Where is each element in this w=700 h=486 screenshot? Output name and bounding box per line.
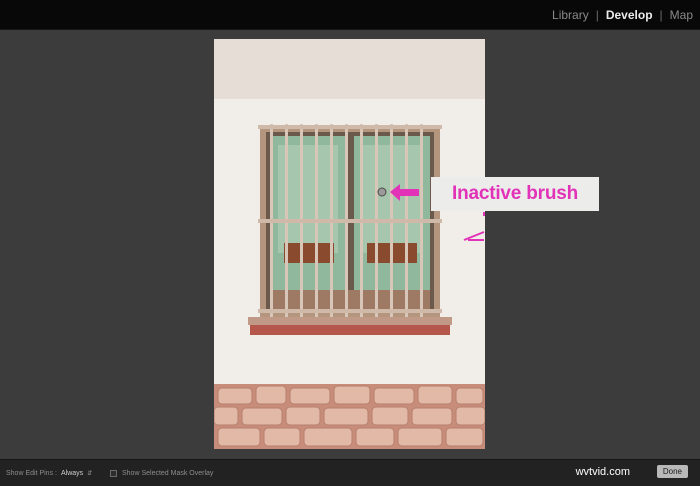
- photo-image: [214, 39, 485, 449]
- module-picker: Library | Develop | Map: [545, 0, 700, 29]
- develop-toolbar: Show Edit Pins : Always ⇵ Show Selected …: [0, 459, 700, 486]
- mask-overlay-toggle[interactable]: Show Selected Mask Overlay: [110, 460, 213, 486]
- show-edit-pins-label: Show Edit Pins :: [6, 469, 57, 477]
- module-library[interactable]: Library: [545, 8, 596, 22]
- mask-overlay-label: Show Selected Mask Overlay: [122, 469, 214, 477]
- arrow-indicator-icon: [463, 212, 485, 241]
- show-edit-pins-value: Always: [61, 469, 84, 477]
- annotation-text: Inactive brush: [451, 183, 579, 204]
- module-map[interactable]: Map: [663, 8, 700, 22]
- module-picker-bar: Library | Develop | Map: [0, 0, 700, 30]
- dropdown-arrows-icon: ⇵: [87, 470, 93, 477]
- module-develop[interactable]: Develop: [599, 8, 660, 22]
- mask-overlay-checkbox[interactable]: [110, 469, 117, 477]
- watermark: wvtvid.com: [575, 466, 630, 478]
- show-edit-pins-select[interactable]: Always ⇵: [61, 460, 92, 486]
- annotation-callout: Inactive brush: [431, 177, 599, 211]
- done-button[interactable]: Done: [656, 465, 688, 478]
- photo-preview[interactable]: [214, 39, 485, 449]
